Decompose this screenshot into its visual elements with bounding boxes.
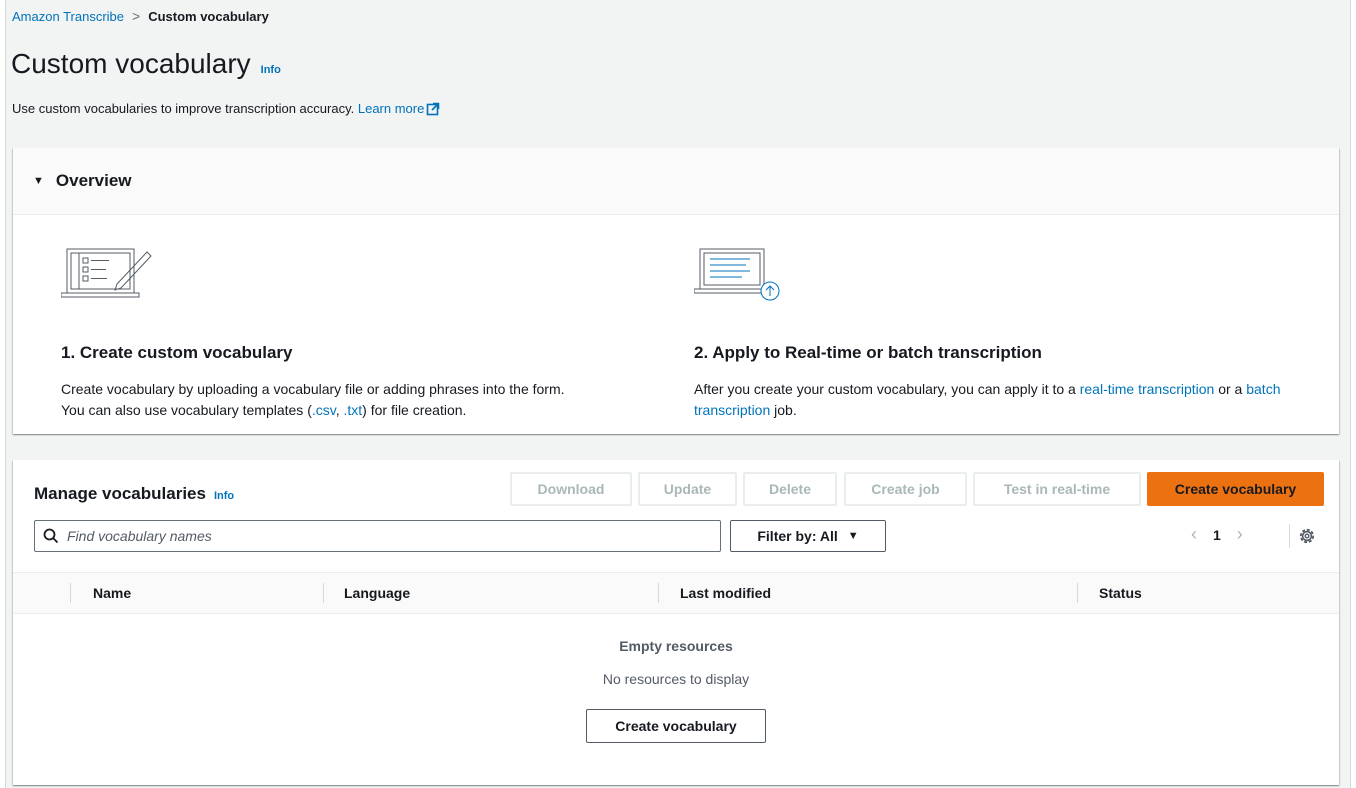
step-1-line-1: Create vocabulary by uploading a vocabul… — [61, 381, 565, 397]
download-button[interactable]: Download — [510, 472, 632, 506]
page-number[interactable]: 1 — [1213, 527, 1221, 543]
chevron-right-icon[interactable]: › — [1237, 524, 1243, 545]
overview-step-2-title: 2. Apply to Real-time or batch transcrip… — [694, 343, 1042, 362]
txt-template-link[interactable]: .txt — [344, 402, 363, 418]
step-1-line-2-pre: You can also use vocabulary templates ( — [61, 402, 312, 418]
search-input[interactable] — [67, 528, 667, 544]
column-header-status[interactable]: Status — [1099, 573, 1142, 613]
caret-down-icon[interactable]: ▼ — [33, 175, 44, 187]
breadcrumb-link-amazon-transcribe[interactable]: Amazon Transcribe — [12, 9, 124, 24]
manage-title: Manage vocabularies — [34, 484, 206, 503]
empty-state-subtitle: No resources to display — [602, 671, 750, 687]
overview-header[interactable]: ▼ Overview — [13, 148, 1339, 215]
step-1-line-2-post: ) for file creation. — [362, 402, 467, 418]
manage-vocabularies-panel: Manage vocabularies Info Download Update… — [13, 460, 1339, 785]
create-vocabulary-button[interactable]: Create vocabulary — [1147, 472, 1324, 506]
empty-create-vocabulary-button[interactable]: Create vocabulary — [586, 709, 766, 743]
delete-button[interactable]: Delete — [743, 472, 837, 506]
empty-state: Empty resources No resources to display — [13, 638, 1339, 687]
caret-down-icon: ▼ — [847, 530, 859, 542]
step-2-pre: After you create your custom vocabulary,… — [694, 381, 1080, 397]
vocabulary-list-illustration-icon — [60, 248, 152, 298]
page-info-link[interactable]: Info — [261, 64, 281, 76]
empty-state-title: Empty resources — [619, 638, 733, 654]
search-icon — [43, 528, 59, 544]
breadcrumb-current: Custom vocabulary — [148, 8, 269, 24]
overview-step-1: 1. Create custom vocabulary Create vocab… — [60, 246, 565, 421]
column-divider — [323, 583, 324, 603]
filter-label: Filter by: All — [757, 528, 838, 544]
csv-template-link[interactable]: .csv — [312, 402, 336, 418]
breadcrumb: Amazon Transcribe > Custom vocabulary — [12, 8, 269, 24]
pagination: ‹ 1 › — [1191, 524, 1243, 545]
test-realtime-button[interactable]: Test in real-time — [973, 472, 1141, 506]
gear-icon[interactable] — [1298, 527, 1316, 545]
search-box[interactable] — [34, 520, 721, 552]
table-header: Name Language Last modified Status — [13, 572, 1339, 614]
step-2-post: job. — [770, 402, 797, 418]
step-1-comma: , — [335, 402, 344, 418]
column-divider — [658, 583, 659, 603]
window-right-edge — [1350, 0, 1356, 788]
overview-step-1-description: Create vocabulary by uploading a vocabul… — [61, 379, 565, 421]
breadcrumb-separator-icon: > — [132, 8, 141, 24]
filter-dropdown[interactable]: Filter by: All ▼ — [730, 520, 886, 552]
column-divider — [70, 583, 71, 603]
page-description-text: Use custom vocabularies to improve trans… — [12, 101, 355, 116]
overview-title: Overview — [55, 171, 132, 190]
update-button[interactable]: Update — [638, 472, 737, 506]
page-header: Custom vocabulary Info — [11, 48, 281, 80]
manage-info-link[interactable]: Info — [214, 490, 234, 502]
overview-panel: ▼ Overview 1. Create custom vocabulary C… — [13, 148, 1339, 434]
pagination-divider — [1289, 524, 1290, 548]
overview-step-1-title: 1. Create custom vocabulary — [61, 343, 293, 362]
create-job-button[interactable]: Create job — [844, 472, 967, 506]
chevron-left-icon[interactable]: ‹ — [1191, 524, 1197, 545]
page-title: Custom vocabulary — [11, 48, 251, 79]
manage-header: Manage vocabularies Info — [34, 484, 234, 504]
external-link-icon[interactable] — [426, 102, 440, 116]
step-2-mid: or a — [1214, 381, 1247, 397]
column-header-language[interactable]: Language — [344, 573, 410, 613]
column-divider — [1077, 583, 1078, 603]
page-description: Use custom vocabularies to improve trans… — [12, 101, 440, 116]
real-time-transcription-link[interactable]: real-time transcription — [1080, 381, 1215, 397]
learn-more-link[interactable]: Learn more — [358, 101, 424, 116]
column-header-name[interactable]: Name — [93, 573, 131, 613]
upload-document-illustration-icon — [693, 248, 780, 301]
column-header-last-modified[interactable]: Last modified — [680, 573, 771, 613]
window-left-edge — [0, 0, 6, 788]
overview-step-2-description: After you create your custom vocabulary,… — [694, 379, 1339, 421]
overview-step-2: 2. Apply to Real-time or batch transcrip… — [693, 246, 1339, 421]
